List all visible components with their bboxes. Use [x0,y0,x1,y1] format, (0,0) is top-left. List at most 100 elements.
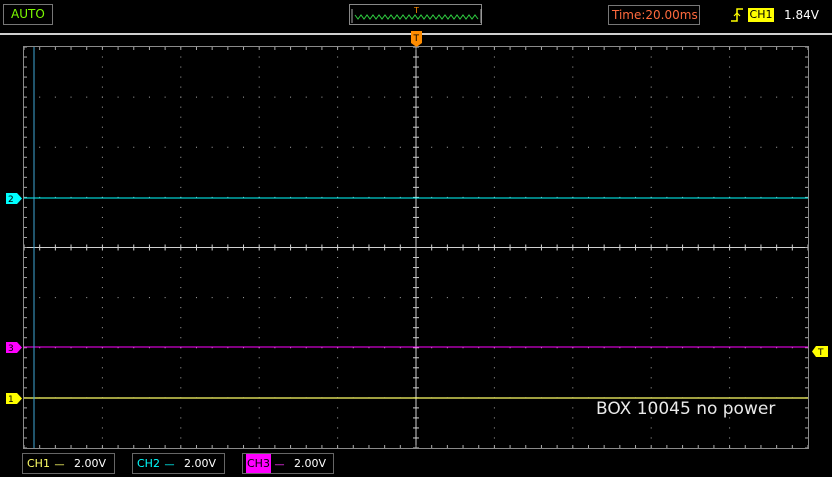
grid-dot [744,146,746,148]
grid-dot [258,337,260,339]
grid-dot [572,176,574,178]
grid-dot [337,397,339,399]
grid-dot [86,347,88,349]
grid-dot [384,146,386,148]
grid-dot [258,317,260,319]
waveform-display[interactable] [23,46,809,449]
grid-dot [462,96,464,98]
ch3-marker[interactable]: 3 [6,342,22,354]
grid-dot [180,186,182,188]
grid-dot [290,96,292,98]
grid-dot [791,297,793,299]
grid-dot [572,297,574,299]
grid-dot [650,427,652,429]
grid-dot [493,166,495,168]
grid-dot [258,76,260,78]
grid-dot [180,106,182,108]
grid-dot [258,186,260,188]
grid-dot [635,196,637,198]
grid-dot [572,236,574,238]
grid-dot [258,106,260,108]
grid-dot [493,287,495,289]
grid-dot [352,196,354,198]
grid-dot [243,196,245,198]
grid-dot [776,397,778,399]
grid-dot [274,96,276,98]
ch3-scale-box[interactable]: CH3 ---- 2.00V [242,453,334,474]
grid-dot [729,377,731,379]
grid-dot [729,146,731,148]
grid-dot [540,146,542,148]
grid-dot [180,126,182,128]
grid-dot [572,146,574,148]
grid-dot [760,347,762,349]
grid-dot [493,357,495,359]
trigger-info[interactable]: CH1 1.84V [728,5,826,25]
grid-dot [258,347,260,349]
grid-dot [133,397,135,399]
grid-dot [744,297,746,299]
grid-dot [572,277,574,279]
grid-dot [258,327,260,329]
grid-dot [540,347,542,349]
grid-dot [227,96,229,98]
grid-dot [572,156,574,158]
grid-dot [666,96,668,98]
grid-dot [478,397,480,399]
grid-dot [258,206,260,208]
ch3-scale: 2.00V [293,457,326,470]
ch1-scale-box[interactable]: CH1 ---- 2.00V [22,453,115,474]
grid-dot [791,146,793,148]
grid-dot [493,297,495,299]
grid-dot [337,377,339,379]
grid-dot [384,196,386,198]
grid-dot [650,76,652,78]
trigger-mode-indicator[interactable]: AUTO [3,4,53,25]
grid-dot [446,196,448,198]
grid-dot [180,96,182,98]
grid-dot [258,397,260,399]
grid-dot [556,347,558,349]
grid-dot [603,196,605,198]
grid-dot [493,236,495,238]
grid-dot [493,257,495,259]
grid-dot [133,347,135,349]
grid-dot [337,317,339,319]
grid-dot [180,156,182,158]
screen-annotation: BOX 10045 no power [596,399,776,419]
grid-dot [572,327,574,329]
grid-dot [587,196,589,198]
grid-dot [180,337,182,339]
grid-dot [39,297,41,299]
grid-dot [619,146,621,148]
grid-dot [650,267,652,269]
timebase-label: Time:20.00ms [612,8,698,22]
grid-dot [321,196,323,198]
timebase-display[interactable]: Time:20.00ms [608,5,700,25]
ch2-marker[interactable]: 2 [6,193,22,205]
grid-dot [258,377,260,379]
ch2-scale-box[interactable]: CH2 ---- 2.00V [132,453,225,474]
grid-dot [682,347,684,349]
grid-dot [509,196,511,198]
grid-dot [729,317,731,319]
grid-dot [619,347,621,349]
trigger-level-marker[interactable]: T [812,346,828,358]
grid-dot [117,96,119,98]
grid-dot [368,397,370,399]
grid-dot [729,307,731,309]
grid-dot [650,327,652,329]
grid-dot [729,277,731,279]
waveform-overview[interactable]: T [349,4,482,25]
grid-dot [729,337,731,339]
grid-dot [337,76,339,78]
grid-dot [164,96,166,98]
grid-dot [258,96,260,98]
grid-dot [195,347,197,349]
grid-dot [180,397,182,399]
ch1-marker[interactable]: 1 [6,393,22,405]
grid-dot [572,86,574,88]
grid-dot [164,397,166,399]
grid-dot [399,196,401,198]
grid-dot [431,347,433,349]
